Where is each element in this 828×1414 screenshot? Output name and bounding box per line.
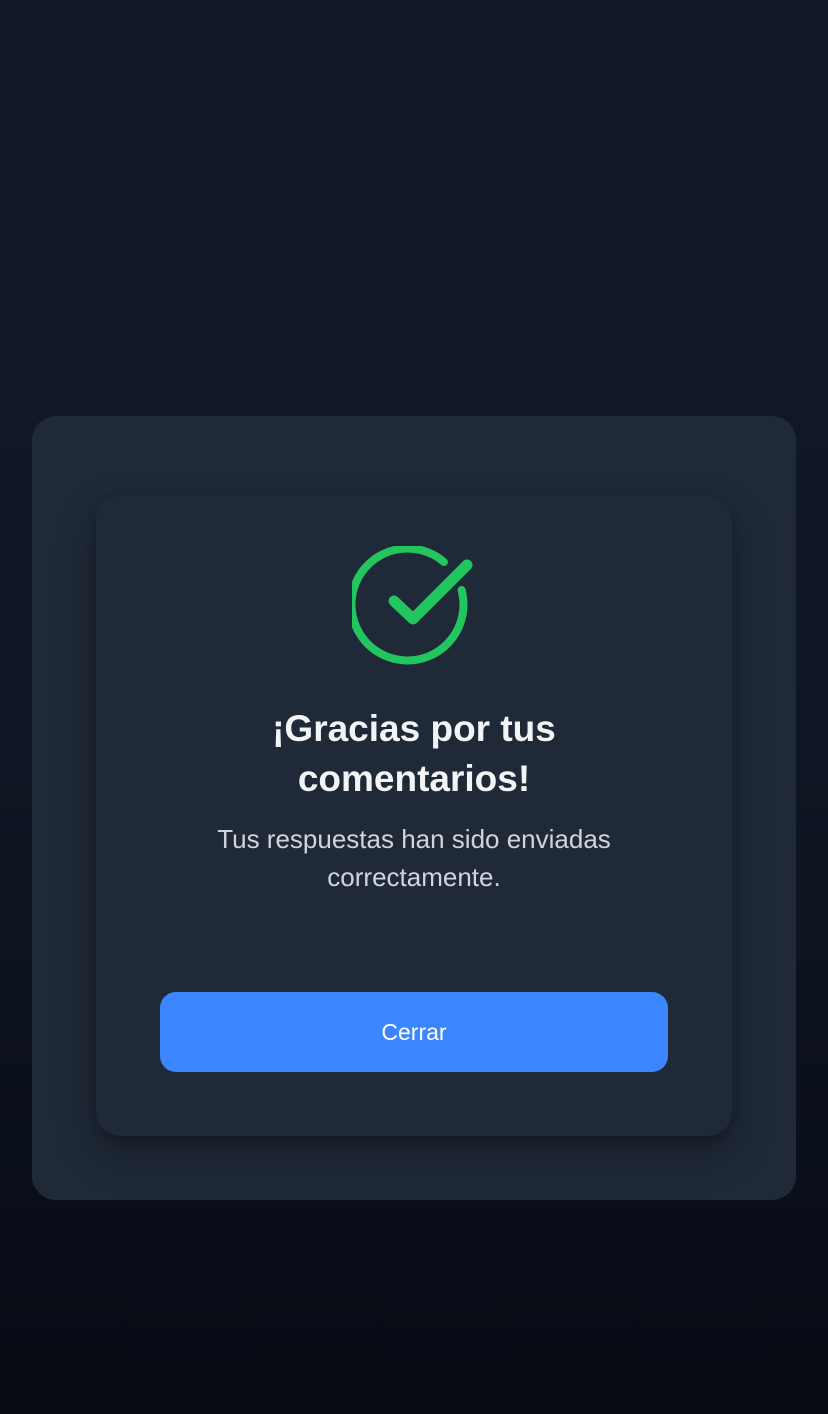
- check-circle-icon: [352, 546, 473, 665]
- success-card: ¡Gracias por tus comentarios! Tus respue…: [96, 496, 732, 1136]
- success-title: ¡Gracias por tus comentarios!: [272, 708, 556, 799]
- feedback-success-modal: ¡Gracias por tus comentarios! Tus respue…: [32, 416, 796, 1200]
- close-button[interactable]: Cerrar: [160, 992, 668, 1072]
- success-message: Tus respuestas han sido enviadas correct…: [217, 824, 611, 892]
